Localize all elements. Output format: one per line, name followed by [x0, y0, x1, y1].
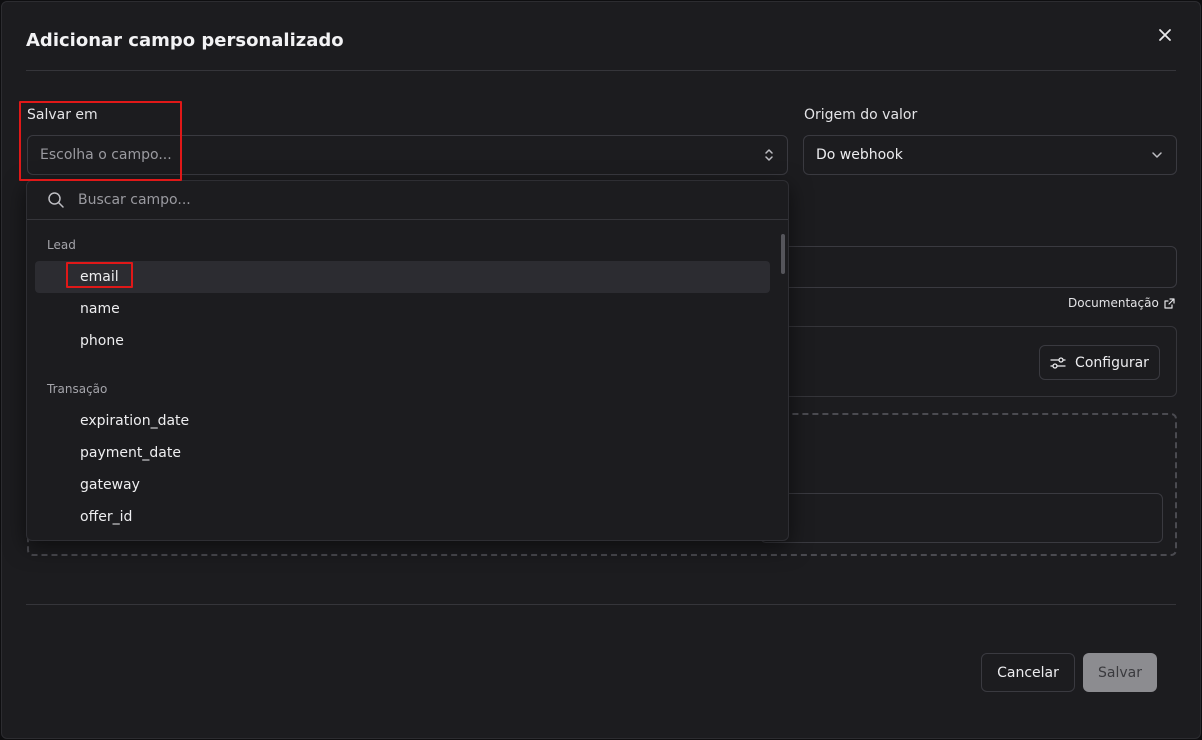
configure-button[interactable]: Configurar: [1039, 345, 1160, 380]
dropdown-scrollbar[interactable]: [777, 220, 788, 540]
external-link-icon: [1164, 297, 1175, 309]
close-icon: [1159, 29, 1171, 41]
value-origin-label: Origem do valor: [804, 107, 918, 123]
dashed-area-input[interactable]: [760, 493, 1163, 543]
option-gateway[interactable]: gateway: [35, 469, 770, 501]
dropdown-scrollbar-thumb[interactable]: [781, 234, 785, 274]
chevrons-up-down-icon: [765, 149, 773, 161]
dropdown-search-input[interactable]: [78, 189, 758, 211]
chevron-down-icon: [1152, 152, 1162, 158]
option-email[interactable]: email: [35, 261, 770, 293]
option-phone[interactable]: phone: [35, 325, 770, 357]
close-button[interactable]: [1156, 26, 1174, 44]
documentation-link-label: Documentação: [1068, 296, 1159, 310]
search-icon: [48, 192, 64, 208]
dialog-title: Adicionar campo personalizado: [26, 30, 344, 51]
dropdown-search: [27, 181, 788, 220]
group-label-lead: Lead: [47, 238, 76, 252]
value-origin-select[interactable]: Do webhook: [803, 135, 1177, 175]
option-expiration-date[interactable]: expiration_date: [35, 405, 770, 437]
field-dropdown: Lead email name phone Transação expirati…: [26, 180, 789, 541]
settings-sliders-icon: [1050, 356, 1066, 369]
configure-button-label: Configurar: [1075, 354, 1149, 371]
option-offer-id[interactable]: offer_id: [35, 501, 770, 533]
value-origin-value: Do webhook: [816, 147, 903, 163]
highlight-email-option: [66, 262, 133, 288]
group-label-transacao: Transação: [47, 382, 108, 396]
save-button[interactable]: Salvar: [1083, 653, 1157, 692]
header-divider: [26, 70, 1176, 71]
footer-divider: [26, 604, 1176, 605]
option-payment-date[interactable]: payment_date: [35, 437, 770, 469]
highlight-save-in: [19, 101, 182, 181]
documentation-link[interactable]: Documentação: [1068, 296, 1175, 310]
option-name[interactable]: name: [35, 293, 770, 325]
cancel-button[interactable]: Cancelar: [981, 653, 1075, 692]
